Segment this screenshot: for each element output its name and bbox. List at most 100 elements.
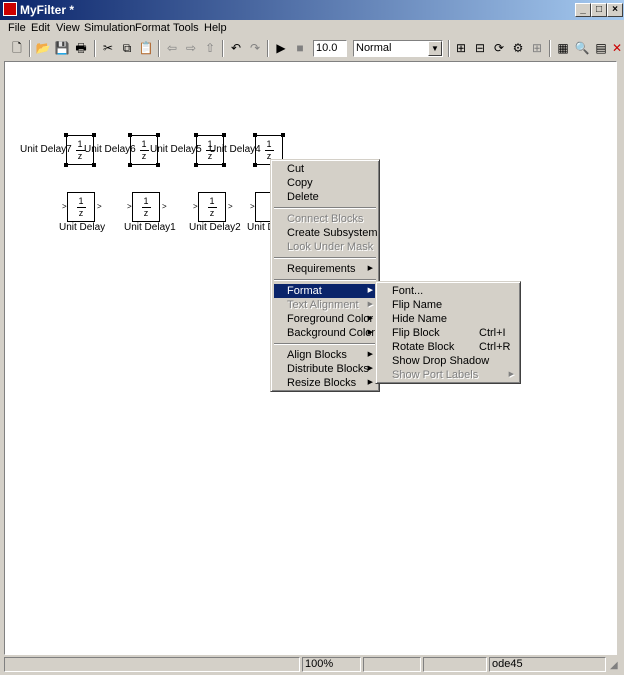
- forward-arrow-icon[interactable]: ⇨: [183, 40, 199, 56]
- menu-help[interactable]: Help: [204, 22, 227, 34]
- selection-handle[interactable]: [64, 133, 68, 137]
- selection-handle[interactable]: [253, 163, 257, 167]
- start-simulation-icon[interactable]: ▶: [273, 40, 289, 56]
- selection-handle[interactable]: [222, 133, 226, 137]
- resize-grip-icon[interactable]: ◢: [610, 660, 618, 671]
- toolbar-overflow-icon[interactable]: ✕: [611, 40, 623, 56]
- menu-separator: [274, 207, 376, 209]
- copy-icon[interactable]: ⧉: [119, 40, 135, 56]
- incremental-build-icon[interactable]: ⊟: [472, 40, 488, 56]
- menu-item-resize-blocks-label: Resize Blocks: [287, 377, 357, 389]
- chevron-down-icon[interactable]: ▼: [428, 41, 442, 56]
- menu-item-rotate-block[interactable]: Rotate Block Ctrl+R: [379, 340, 519, 354]
- block-denominator: z: [143, 208, 149, 218]
- unit-delay1-block[interactable]: 1z: [132, 192, 160, 222]
- selection-handle[interactable]: [194, 133, 198, 137]
- unit-delay7-label: Unit Delay7: [20, 144, 72, 155]
- selection-handle[interactable]: [92, 163, 96, 167]
- submenu-arrow-icon: ▶: [508, 371, 514, 378]
- menu-item-flip-name[interactable]: Flip Name: [379, 298, 519, 312]
- selection-handle[interactable]: [194, 163, 198, 167]
- menu-item-flip-block-label: Flip Block: [392, 327, 440, 339]
- minimize-button[interactable]: _: [575, 3, 591, 17]
- toolbar-separator: [549, 40, 551, 57]
- menu-item-distribute-blocks[interactable]: Distribute Blocks ▶: [274, 362, 378, 376]
- selection-handle[interactable]: [128, 163, 132, 167]
- cut-icon[interactable]: ✂: [100, 40, 116, 56]
- block-denominator: z: [209, 208, 215, 218]
- menu-simulation[interactable]: Simulation: [84, 22, 135, 34]
- menu-item-flip-block[interactable]: Flip Block Ctrl+I: [379, 326, 519, 340]
- unit-delay2-block[interactable]: 1z: [198, 192, 226, 222]
- update-diagram-icon[interactable]: ⟳: [491, 40, 507, 56]
- paste-icon[interactable]: 📋: [138, 40, 154, 56]
- menu-separator: [274, 279, 376, 281]
- menu-item-show-drop-shadow[interactable]: Show Drop Shadow: [379, 354, 519, 368]
- menu-item-resize-blocks[interactable]: Resize Blocks ▶: [274, 376, 378, 390]
- menu-item-cut[interactable]: Cut: [274, 162, 378, 176]
- menu-item-format[interactable]: Format ▶: [274, 284, 378, 298]
- status-field-empty: [423, 657, 487, 672]
- library-browser-icon[interactable]: ▦: [555, 40, 571, 56]
- menu-item-copy[interactable]: Copy: [274, 176, 378, 190]
- menu-item-font[interactable]: Font...: [379, 284, 519, 298]
- menu-item-align-blocks[interactable]: Align Blocks ▶: [274, 348, 378, 362]
- open-folder-icon[interactable]: 📂: [35, 40, 51, 56]
- menu-edit[interactable]: Edit: [31, 22, 50, 34]
- window-title: MyFilter *: [20, 3, 75, 17]
- toolbar: 🗋 📂 💾 🖶 ✂ ⧉ 📋 ⇦ ⇨ ⇧ ↶ ↷ ▶ ■ ⊞ ⊟ ⟳ ⚙ ⊞ ▦ …: [0, 37, 624, 60]
- save-icon[interactable]: 💾: [54, 40, 70, 56]
- stop-time-input[interactable]: 10.0: [313, 40, 347, 57]
- input-port-icon: >: [250, 202, 255, 211]
- menu-item-requirements[interactable]: Requirements ▶: [274, 262, 378, 276]
- redo-icon[interactable]: ↷: [247, 40, 263, 56]
- input-port-icon: >: [127, 202, 132, 211]
- stop-simulation-icon[interactable]: ■: [292, 40, 308, 56]
- unit-delay-block[interactable]: 1z: [67, 192, 95, 222]
- unit-delay5-label: Unit Delay5: [150, 144, 202, 155]
- menu-item-background-color[interactable]: Background Color ▶: [274, 326, 378, 340]
- model-explorer-icon[interactable]: 🔍: [574, 40, 590, 56]
- close-button[interactable]: ×: [607, 3, 623, 17]
- build-icon[interactable]: ⊞: [453, 40, 469, 56]
- menu-item-delete[interactable]: Delete: [274, 190, 378, 204]
- maximize-button[interactable]: □: [591, 3, 607, 17]
- grid-icon[interactable]: ⊞: [529, 40, 545, 56]
- selection-handle[interactable]: [156, 163, 160, 167]
- submenu-arrow-icon: ▶: [367, 287, 373, 294]
- submenu-arrow-icon: ▶: [367, 265, 373, 272]
- selection-handle[interactable]: [64, 163, 68, 167]
- selection-handle[interactable]: [253, 133, 257, 137]
- selection-handle[interactable]: [128, 133, 132, 137]
- selection-handle[interactable]: [156, 133, 160, 137]
- menu-file[interactable]: File: [8, 22, 26, 34]
- menu-item-hide-name[interactable]: Hide Name: [379, 312, 519, 326]
- undo-icon[interactable]: ↶: [228, 40, 244, 56]
- menu-view[interactable]: View: [56, 22, 80, 34]
- model-advisor-icon[interactable]: ⚙: [510, 40, 526, 56]
- output-port-icon: >: [162, 202, 167, 211]
- menu-item-create-subsystem[interactable]: Create Subsystem: [274, 226, 378, 240]
- menu-item-text-alignment-label: Text Alignment: [287, 299, 359, 311]
- menu-item-connect-blocks[interactable]: Connect Blocks: [274, 212, 378, 226]
- selection-handle[interactable]: [281, 133, 285, 137]
- up-arrow-icon[interactable]: ⇧: [202, 40, 218, 56]
- simulation-mode-select[interactable]: Normal ▼: [353, 40, 443, 57]
- menu-item-look-under-mask[interactable]: Look Under Mask: [274, 240, 378, 254]
- selection-handle[interactable]: [92, 133, 96, 137]
- block-context-menu: Cut Copy Delete Connect Blocks Create Su…: [270, 159, 380, 392]
- menu-item-text-alignment[interactable]: Text Alignment ▶: [274, 298, 378, 312]
- new-model-icon[interactable]: 🗋: [9, 40, 25, 56]
- status-field-empty: [363, 657, 421, 672]
- print-icon[interactable]: 🖶: [73, 40, 89, 56]
- unit-delay1-label: Unit Delay1: [124, 222, 176, 233]
- menu-item-rotate-block-label: Rotate Block: [392, 341, 455, 353]
- menu-item-show-port-labels[interactable]: Show Port Labels ▶: [379, 368, 519, 382]
- debugger-icon[interactable]: ▤: [593, 40, 609, 56]
- menu-item-format-label: Format: [287, 285, 322, 297]
- menu-tools[interactable]: Tools: [173, 22, 199, 34]
- back-arrow-icon[interactable]: ⇦: [164, 40, 180, 56]
- menu-format[interactable]: Format: [135, 22, 170, 34]
- menu-item-foreground-color[interactable]: Foreground Color ▶: [274, 312, 378, 326]
- selection-handle[interactable]: [222, 163, 226, 167]
